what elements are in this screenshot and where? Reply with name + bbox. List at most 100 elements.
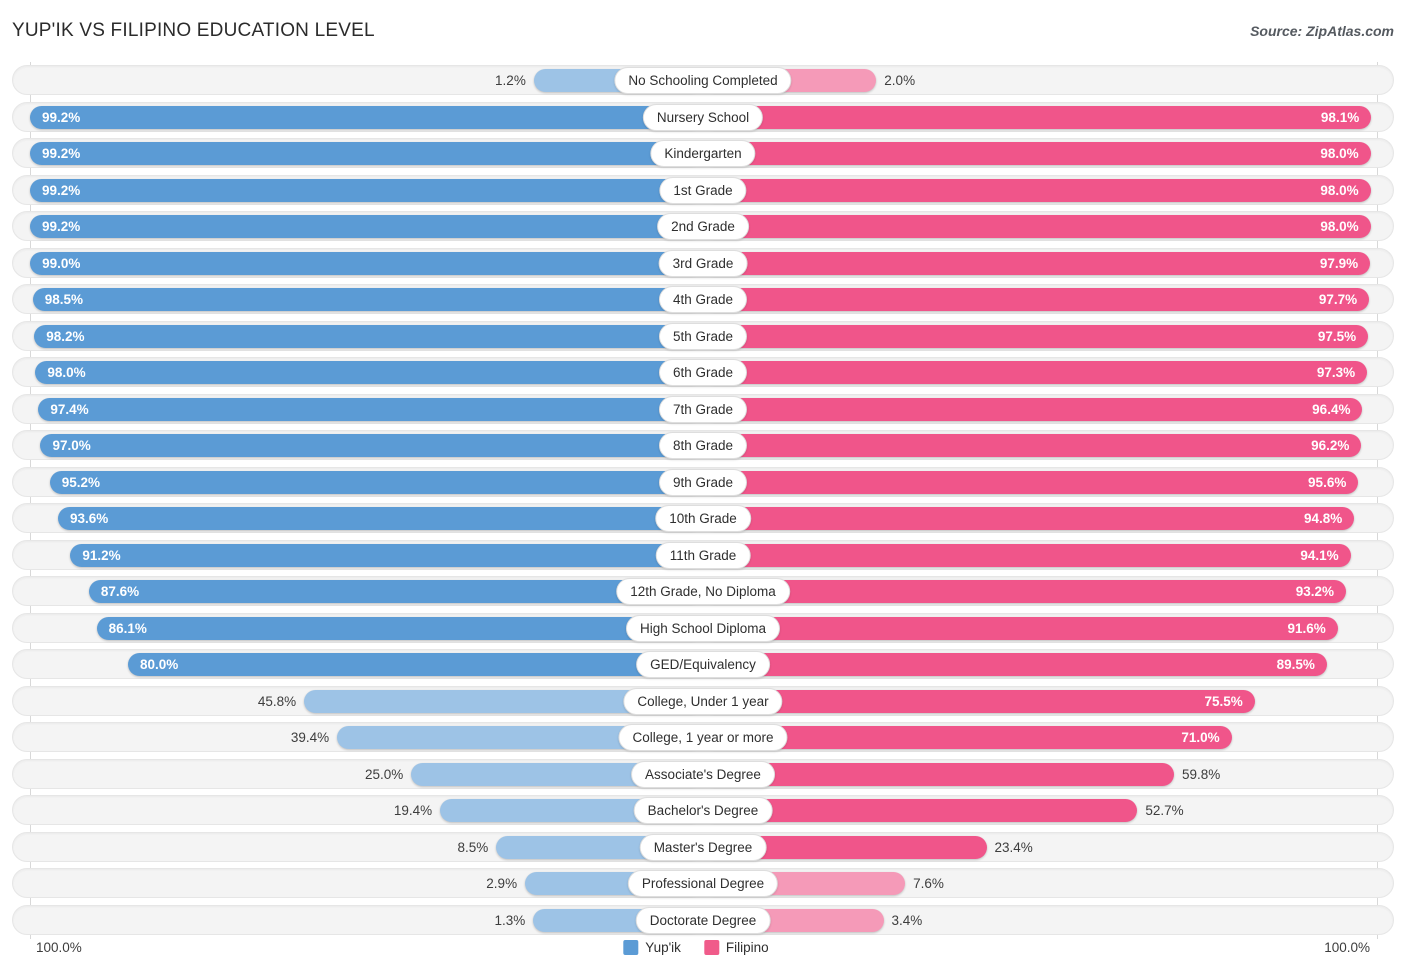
- chart-row: 98.5% 97.7% 4th Grade: [0, 281, 1406, 318]
- chart-row: 98.0% 97.3% 6th Grade: [0, 354, 1406, 391]
- category-label: GED/Equivalency: [636, 651, 770, 678]
- value-filipino: 75.5%: [1204, 693, 1243, 709]
- axis-label-right: 100.0%: [1324, 940, 1370, 955]
- category-label: Associate's Degree: [631, 760, 775, 788]
- bar-filipino: [703, 653, 1327, 676]
- category-label: 3rd Grade: [658, 249, 748, 277]
- category-label: College, 1 year or more: [618, 724, 788, 751]
- category-label: Doctorate Degree: [635, 906, 771, 934]
- value-yupik: 97.0%: [52, 438, 91, 453]
- category-label: 6th Grade: [658, 359, 748, 386]
- value-filipino: 93.2%: [1295, 584, 1334, 599]
- value-filipino: 98.0%: [1320, 146, 1359, 161]
- value-yupik: 99.2%: [42, 109, 81, 125]
- category-label: 8th Grade: [658, 432, 748, 459]
- value-yupik: 95.2%: [61, 474, 101, 490]
- chart-row: 97.0% 96.2% 8th Grade: [0, 427, 1406, 464]
- legend-swatch-icon: [623, 940, 639, 955]
- bar-yupik: [30, 142, 703, 165]
- legend-item[interactable]: Filipino: [703, 940, 769, 955]
- category-label: 11th Grade: [655, 541, 751, 569]
- bar-yupik: [30, 105, 703, 129]
- value-yupik: 1.2%: [495, 73, 526, 88]
- value-filipino: 59.8%: [1181, 766, 1221, 782]
- diverging-bar-chart: 1.2% 2.0% No Schooling Completed 99.2% 98.1%…: [0, 62, 1406, 939]
- value-yupik: 97.4%: [50, 401, 89, 417]
- category-label: 2nd Grade: [657, 213, 749, 240]
- chart-row: 98.2% 97.5% 5th Grade: [0, 318, 1406, 355]
- value-yupik: 93.6%: [69, 511, 109, 526]
- bar-filipino: [703, 251, 1371, 275]
- value-filipino: 97.3%: [1316, 365, 1356, 380]
- bar-yupik: [34, 324, 703, 348]
- bar-filipino: [703, 178, 1371, 202]
- chart-row: 99.2% 98.0% Kindergarten: [0, 135, 1406, 172]
- bar-yupik: [128, 653, 703, 676]
- value-yupik: 86.1%: [108, 620, 147, 636]
- chart-row: 99.2% 98.0% 2nd Grade: [0, 208, 1406, 245]
- bar-yupik: [40, 434, 703, 457]
- bar-filipino: [703, 434, 1362, 457]
- bar-filipino: [703, 288, 1370, 311]
- value-yupik: 1.3%: [494, 912, 526, 928]
- bar-filipino: [703, 507, 1355, 530]
- category-label: Bachelor's Degree: [633, 797, 773, 824]
- axis-label-left: 100.0%: [36, 940, 82, 955]
- value-filipino: 7.6%: [913, 876, 944, 891]
- value-filipino: 23.4%: [994, 839, 1033, 855]
- chart-row: 25.0% 59.8% Associate's Degree: [0, 756, 1406, 793]
- bar-filipino: [703, 105, 1372, 129]
- bar-filipino: [703, 470, 1359, 494]
- chart-row: 95.2% 95.6% 9th Grade: [0, 464, 1406, 501]
- chart-row: 99.0% 97.9% 3rd Grade: [0, 245, 1406, 282]
- category-label: Nursery School: [642, 103, 764, 131]
- source-attribution: Source: ZipAtlas.com: [1250, 23, 1394, 39]
- value-yupik: 99.2%: [42, 146, 81, 161]
- chart-footer: 100.0% Yup'ik Filipino 100.0%: [0, 938, 1406, 968]
- chart-row: 91.2% 94.1% 11th Grade: [0, 537, 1406, 574]
- bar-filipino: [703, 616, 1338, 640]
- legend-item[interactable]: Yup'ik: [623, 940, 681, 955]
- bar-filipino: [703, 142, 1371, 165]
- chart-row: 39.4% 71.0% College, 1 year or more: [0, 719, 1406, 756]
- bar-yupik: [49, 470, 703, 494]
- value-filipino: 97.9%: [1319, 255, 1359, 271]
- chart-row: 99.2% 98.0% 1st Grade: [0, 172, 1406, 209]
- chart-row: 2.9% 7.6% Professional Degree: [0, 865, 1406, 902]
- bar-yupik: [57, 507, 703, 530]
- chart-row: 45.8% 75.5% College, Under 1 year: [0, 683, 1406, 720]
- category-label: 7th Grade: [658, 395, 748, 423]
- chart-row: 87.6% 93.2% 12th Grade, No Diploma: [0, 573, 1406, 610]
- value-filipino: 3.4%: [891, 912, 923, 928]
- bar-yupik: [30, 215, 703, 238]
- category-label: High School Diploma: [625, 614, 781, 642]
- bar-yupik: [70, 543, 703, 567]
- chart-row: 93.6% 94.8% 10th Grade: [0, 500, 1406, 537]
- value-filipino: 98.0%: [1320, 182, 1359, 198]
- category-label: 5th Grade: [658, 322, 748, 350]
- value-filipino: 98.0%: [1320, 219, 1359, 234]
- value-filipino: 96.4%: [1312, 401, 1351, 417]
- chart-legend: Yup'ik Filipino: [623, 940, 782, 955]
- bar-filipino: [703, 543, 1351, 567]
- value-yupik: 8.5%: [457, 839, 489, 855]
- chart-header: YUP'IK VS FILIPINO EDUCATION LEVEL Sourc…: [0, 20, 1406, 52]
- value-yupik: 98.0%: [47, 365, 86, 380]
- value-filipino: 97.5%: [1317, 328, 1357, 344]
- bar-filipino: [703, 324, 1369, 348]
- value-yupik: 99.2%: [42, 219, 81, 234]
- chart-row: 19.4% 52.7% Bachelor's Degree: [0, 792, 1406, 829]
- bar-yupik: [35, 361, 703, 384]
- value-yupik: 25.0%: [364, 766, 404, 782]
- value-filipino: 94.8%: [1303, 511, 1343, 526]
- chart-row: 1.3% 3.4% Doctorate Degree: [0, 902, 1406, 939]
- value-yupik: 91.2%: [82, 547, 121, 563]
- category-label: Professional Degree: [627, 870, 779, 897]
- bar-yupik: [30, 178, 703, 202]
- bar-yupik: [32, 288, 703, 311]
- value-yupik: 80.0%: [140, 657, 179, 672]
- value-filipino: 94.1%: [1300, 547, 1339, 563]
- category-label: 1st Grade: [659, 176, 747, 204]
- value-yupik: 87.6%: [100, 584, 140, 599]
- value-filipino: 91.6%: [1287, 620, 1326, 636]
